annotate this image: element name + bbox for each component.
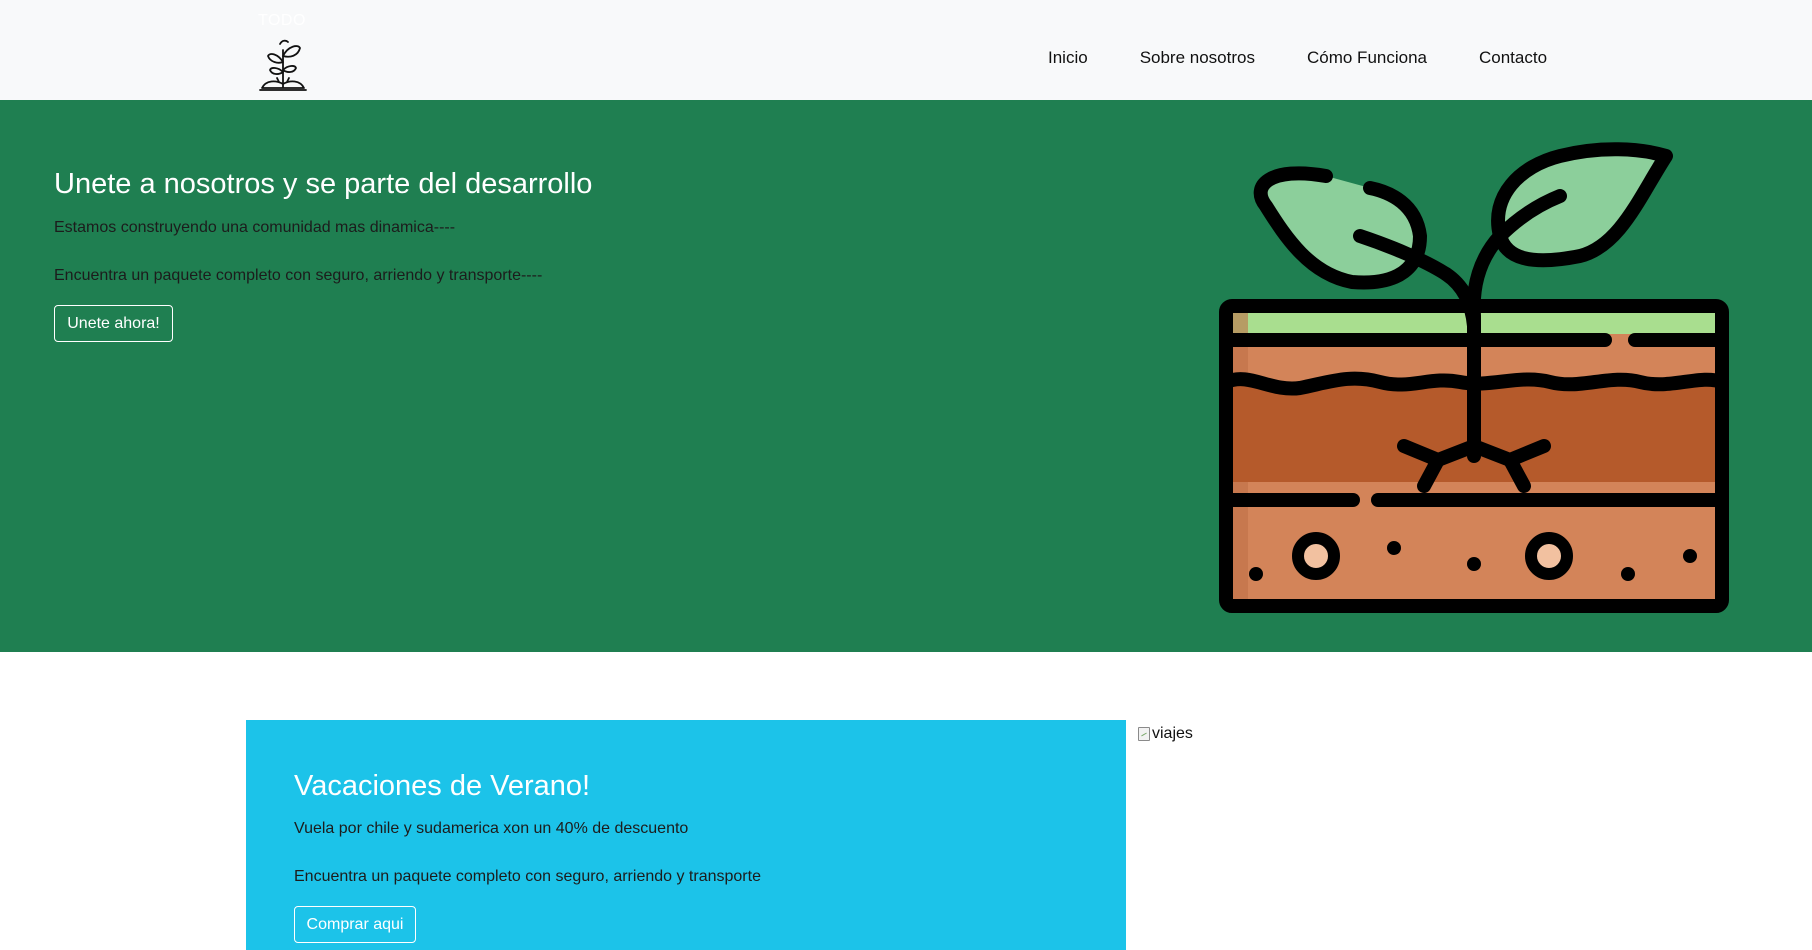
hero-paragraph-1: Estamos construyendo una comunidad mas d… xyxy=(54,219,456,236)
promo-paragraph-1: Vuela por chile y sudamerica xon un 40% … xyxy=(294,820,689,837)
hero-paragraph-2: Encuentra un paquete completo con seguro… xyxy=(54,267,543,284)
nav-link-contacto[interactable]: Contacto xyxy=(1479,46,1547,70)
brand-text: TODO xyxy=(258,12,306,29)
promo-paragraph-2: Encuentra un paquete completo con seguro… xyxy=(294,868,761,885)
nav-link-inicio[interactable]: Inicio xyxy=(1048,46,1088,70)
navbar: TODO Inicio Sobre nosotros Cómo Funciona… xyxy=(0,0,1812,100)
buy-here-button[interactable]: Comprar aqui xyxy=(294,906,416,943)
broken-image-icon xyxy=(1138,727,1150,741)
travel-image-alt: viajes xyxy=(1152,725,1193,742)
travel-image: viajes xyxy=(1138,722,1338,746)
promo-card: Vacaciones de Verano! Vuela por chile y … xyxy=(246,720,1126,950)
nav-link-sobre-nosotros[interactable]: Sobre nosotros xyxy=(1140,46,1255,70)
hero-section: Unete a nosotros y se parte del desarrol… xyxy=(0,100,1812,652)
brand-link[interactable]: TODO xyxy=(258,10,308,91)
plant-logo-icon xyxy=(259,39,307,91)
nav-link-como-funciona[interactable]: Cómo Funciona xyxy=(1307,46,1427,70)
promo-title: Vacaciones de Verano! xyxy=(294,770,591,802)
nav-links: Inicio Sobre nosotros Cómo Funciona Cont… xyxy=(1048,46,1599,70)
hero-title: Unete a nosotros y se parte del desarrol… xyxy=(54,168,593,200)
plant-in-soil-icon xyxy=(1219,142,1729,613)
join-now-button[interactable]: Unete ahora! xyxy=(54,305,173,342)
